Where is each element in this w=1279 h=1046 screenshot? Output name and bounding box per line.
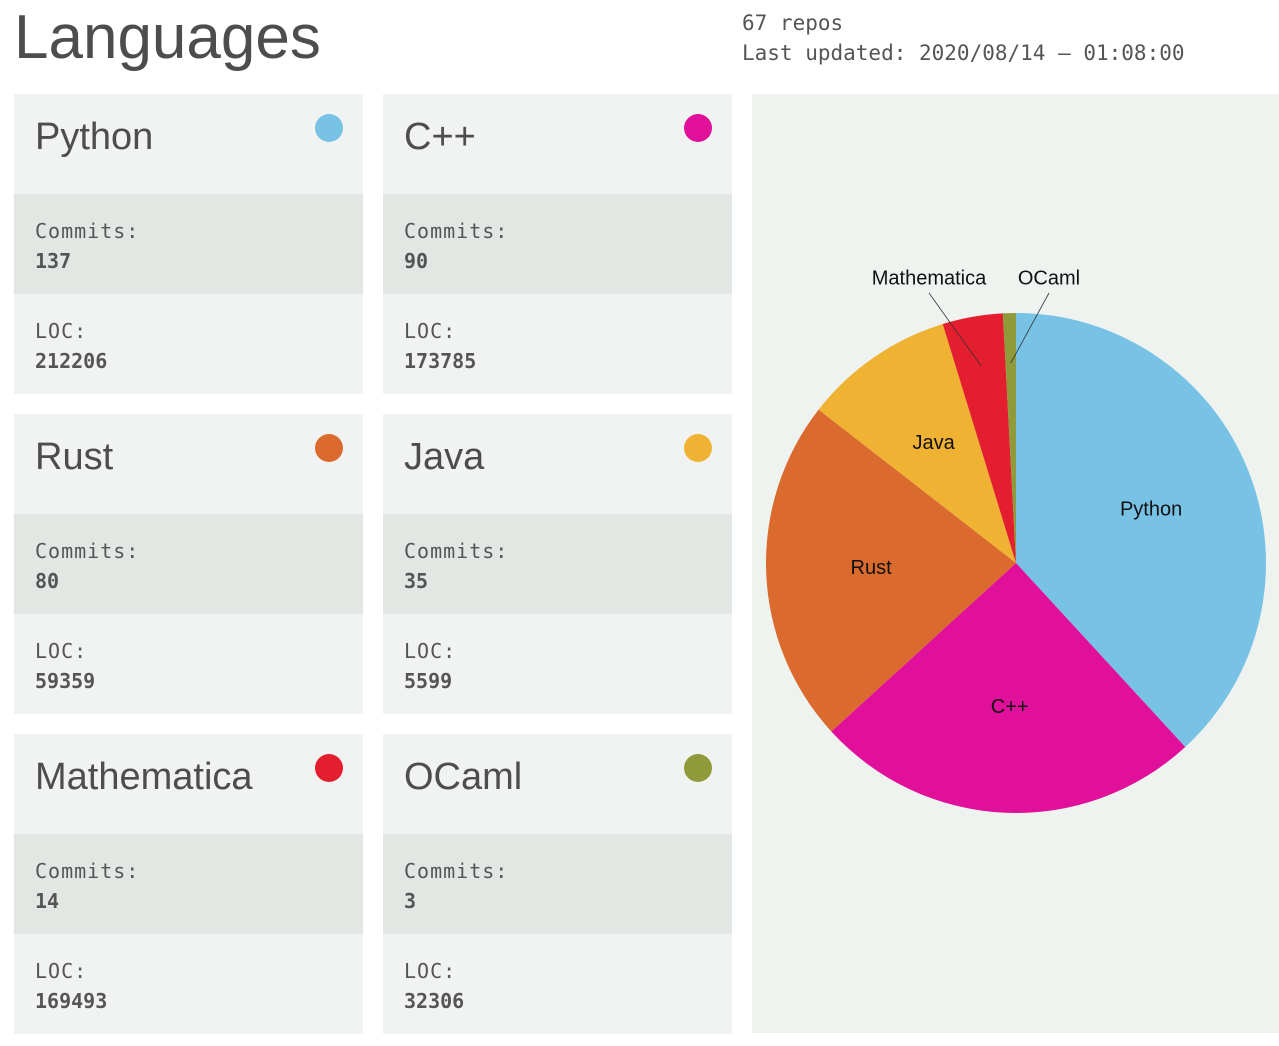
commits-stat: Commits: 14 bbox=[14, 834, 363, 934]
commits-value: 137 bbox=[35, 249, 72, 273]
language-name: Mathematica bbox=[35, 756, 253, 798]
commits-value: 14 bbox=[35, 889, 60, 913]
language-card-python: Python Commits: 137 LOC: 212206 bbox=[14, 94, 363, 394]
pie-label-cpp: C++ bbox=[991, 696, 1029, 718]
chart-panel: Python C++ Rust Java Mathematica OCaml bbox=[752, 94, 1279, 1033]
language-name: C++ bbox=[404, 116, 476, 158]
card-header: Mathematica bbox=[14, 734, 363, 834]
commits-label: Commits: bbox=[404, 859, 509, 883]
language-card-java: Java Commits: 35 LOC: 5599 bbox=[383, 414, 732, 714]
commits-stat: Commits: 90 bbox=[383, 194, 732, 294]
commits-label: Commits: bbox=[35, 219, 140, 243]
color-dot-icon bbox=[315, 114, 343, 142]
page-title: Languages bbox=[14, 3, 321, 72]
loc-stat: LOC: 32306 bbox=[383, 934, 732, 1034]
pie-label-ocaml: OCaml bbox=[1018, 267, 1080, 289]
pie-label-rust: Rust bbox=[851, 557, 893, 579]
loc-stat: LOC: 59359 bbox=[14, 614, 363, 714]
commits-label: Commits: bbox=[404, 539, 509, 563]
language-name: Java bbox=[404, 436, 485, 478]
commits-label: Commits: bbox=[35, 859, 140, 883]
language-name: Python bbox=[35, 116, 154, 158]
loc-label: LOC: bbox=[35, 959, 88, 983]
card-header: OCaml bbox=[383, 734, 732, 834]
card-header: C++ bbox=[383, 94, 732, 194]
color-dot-icon bbox=[315, 434, 343, 462]
repo-meta: 67 repos Last updated: 2020/08/14 – 01:0… bbox=[742, 8, 1185, 68]
card-header: Java bbox=[383, 414, 732, 514]
commits-label: Commits: bbox=[404, 219, 509, 243]
language-card-ocaml: OCaml Commits: 3 LOC: 32306 bbox=[383, 734, 732, 1034]
loc-value: 5599 bbox=[404, 669, 453, 693]
language-name: OCaml bbox=[404, 756, 523, 798]
loc-label: LOC: bbox=[35, 319, 88, 343]
color-dot-icon bbox=[684, 114, 712, 142]
loc-value: 212206 bbox=[35, 349, 108, 373]
pie-chart: Python C++ Rust Java Mathematica OCaml bbox=[766, 267, 1266, 814]
commits-stat: Commits: 137 bbox=[14, 194, 363, 294]
loc-stat: LOC: 5599 bbox=[383, 614, 732, 714]
commits-value: 35 bbox=[404, 569, 429, 593]
pie-label-python: Python bbox=[1120, 499, 1182, 521]
commits-stat: Commits: 80 bbox=[14, 514, 363, 614]
loc-value: 173785 bbox=[404, 349, 477, 373]
loc-label: LOC: bbox=[404, 639, 457, 663]
color-dot-icon bbox=[684, 754, 712, 782]
commits-value: 80 bbox=[35, 569, 60, 593]
card-header: Rust bbox=[14, 414, 363, 514]
loc-label: LOC: bbox=[404, 959, 457, 983]
language-card-cpp: C++ Commits: 90 LOC: 173785 bbox=[383, 94, 732, 394]
commits-value: 3 bbox=[404, 889, 417, 913]
pie-label-java: Java bbox=[913, 432, 956, 454]
loc-label: LOC: bbox=[404, 319, 457, 343]
commits-value: 90 bbox=[404, 249, 429, 273]
loc-value: 59359 bbox=[35, 669, 96, 693]
repo-count: 67 repos bbox=[742, 11, 844, 35]
language-card-mathematica: Mathematica Commits: 14 LOC: 169493 bbox=[14, 734, 363, 1034]
color-dot-icon bbox=[684, 434, 712, 462]
commits-stat: Commits: 3 bbox=[383, 834, 732, 934]
loc-stat: LOC: 169493 bbox=[14, 934, 363, 1034]
loc-stat: LOC: 173785 bbox=[383, 294, 732, 394]
language-card-rust: Rust Commits: 80 LOC: 59359 bbox=[14, 414, 363, 714]
loc-stat: LOC: 212206 bbox=[14, 294, 363, 394]
loc-label: LOC: bbox=[35, 639, 88, 663]
color-dot-icon bbox=[315, 754, 343, 782]
page: Languages 67 repos Last updated: 2020/08… bbox=[0, 0, 1279, 1046]
language-name: Rust bbox=[35, 436, 114, 478]
commits-stat: Commits: 35 bbox=[383, 514, 732, 614]
commits-label: Commits: bbox=[35, 539, 140, 563]
last-updated: Last updated: 2020/08/14 – 01:08:00 bbox=[742, 41, 1185, 65]
card-header: Python bbox=[14, 94, 363, 194]
loc-value: 169493 bbox=[35, 989, 108, 1013]
pie-label-mathematica: Mathematica bbox=[872, 267, 987, 289]
loc-value: 32306 bbox=[404, 989, 465, 1013]
